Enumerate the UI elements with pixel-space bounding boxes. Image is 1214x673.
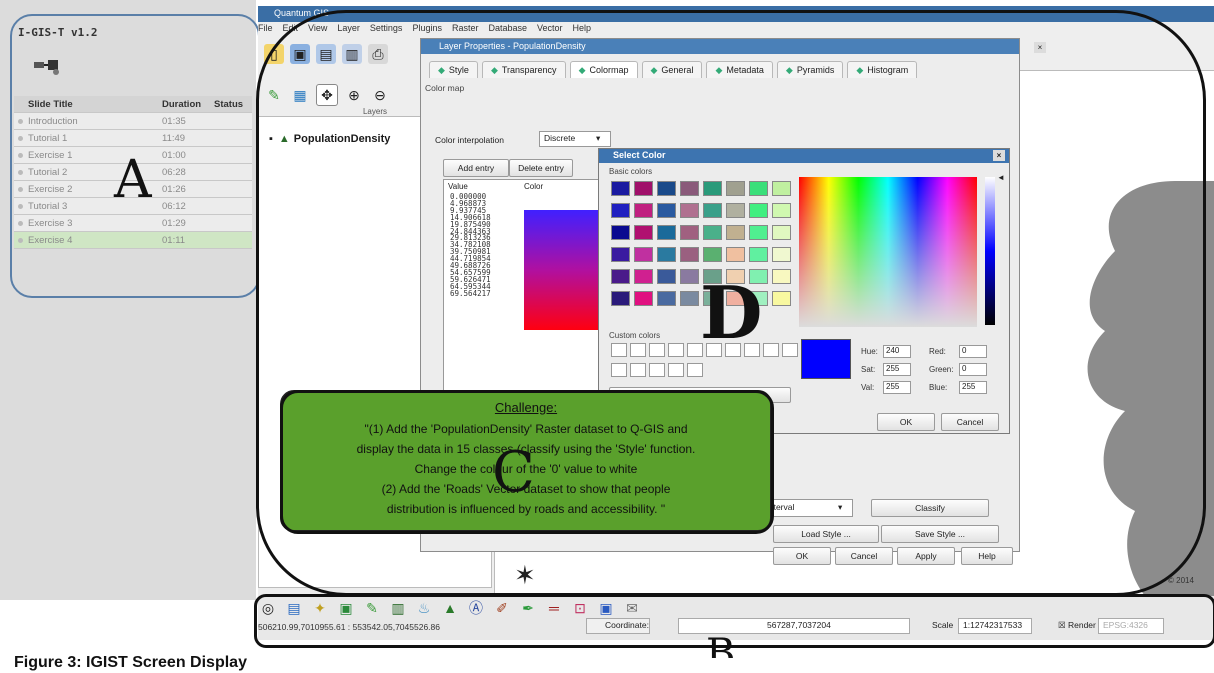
annotation-label-d: D [700, 270, 763, 355]
annotation-label-a: A [114, 150, 152, 210]
annotation-label-c: C [492, 440, 535, 505]
annotation-label-b: B [706, 634, 736, 658]
figure-caption: Figure 3: IGIST Screen Display [14, 654, 247, 671]
mouse-cursor-icon: ✶ [514, 560, 536, 590]
menu-item[interactable]: File [258, 23, 273, 33]
copyright-text: © 2014 [1168, 576, 1194, 585]
